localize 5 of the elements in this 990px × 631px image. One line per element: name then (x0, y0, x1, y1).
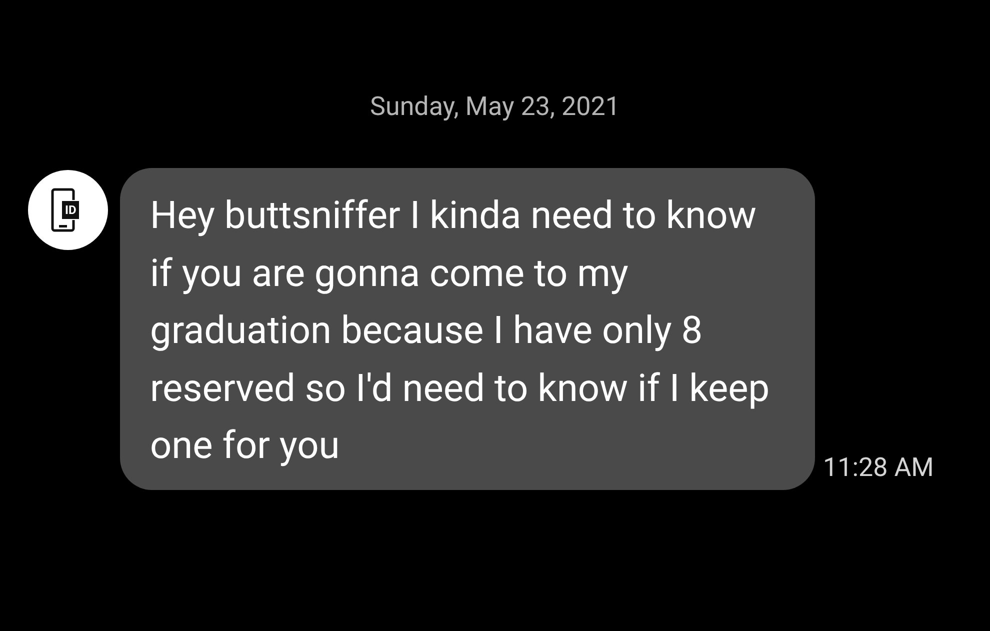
id-badge: ID (61, 200, 80, 220)
message-time: 11:28 AM (823, 452, 934, 484)
phone-icon (51, 188, 75, 232)
date-header: Sunday, May 23, 2021 (370, 91, 620, 124)
message-text: Hey buttsniffer I kinda need to know if you are gonna come to my graduation because I have only 8 reserved so I'd need to know if I keep one for you (150, 193, 771, 470)
